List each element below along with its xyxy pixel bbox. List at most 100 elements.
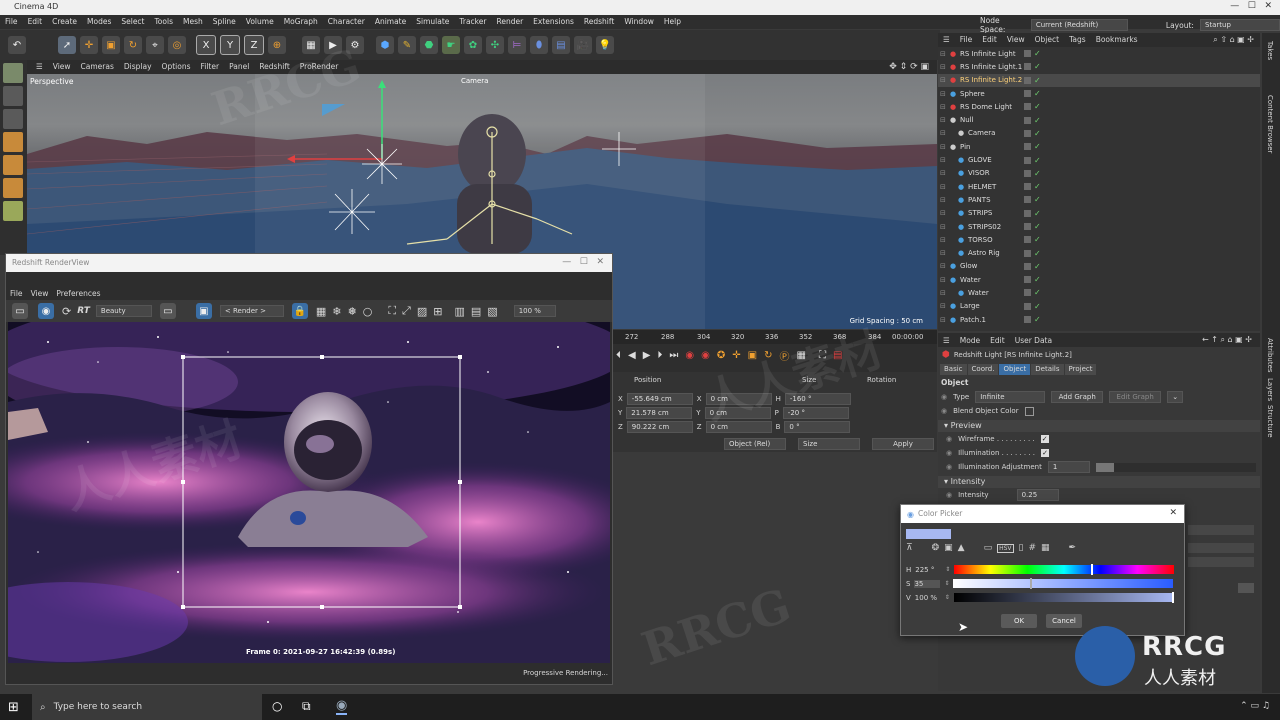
- select-tool-icon[interactable]: ➚: [58, 36, 76, 54]
- type-dropdown[interactable]: Infinite: [975, 391, 1046, 403]
- object-row[interactable]: ⊟ ● RS Dome Light ✓: [938, 100, 1260, 113]
- generator-icon[interactable]: ☛: [442, 36, 460, 54]
- render-view-icon[interactable]: ▶: [324, 36, 342, 54]
- position-z-field[interactable]: 90.222 cm: [626, 421, 693, 433]
- object-name[interactable]: Pin: [960, 143, 970, 151]
- expand-toggle-icon[interactable]: ⊟: [940, 156, 946, 164]
- expand-toggle-icon[interactable]: ⊟: [940, 302, 946, 310]
- lock-icon[interactable]: 🔒: [291, 303, 308, 319]
- visibility-toggle[interactable]: [1024, 63, 1031, 71]
- expand-toggle-icon[interactable]: ⊟: [940, 316, 946, 324]
- menu-redshift[interactable]: Redshift: [579, 15, 619, 29]
- cortana-icon[interactable]: ○: [272, 699, 282, 713]
- object-row[interactable]: ⊟ ● Null ✓: [938, 113, 1260, 126]
- saturation-stepper-icon[interactable]: ⇕: [944, 580, 949, 587]
- om-search-icons[interactable]: ⌕ ⇧ ⌂ ▣ ✢: [1213, 35, 1254, 45]
- system-tray-icons[interactable]: ⌃ ▭ ♫: [1240, 701, 1270, 711]
- eyedropper-icon[interactable]: ✒: [1069, 543, 1077, 553]
- ok-button[interactable]: OK: [1001, 614, 1037, 628]
- value-slider[interactable]: [953, 592, 1174, 603]
- size-z-field[interactable]: 0 cm: [705, 421, 772, 433]
- go-to-end-icon[interactable]: ⏭: [669, 350, 678, 361]
- viewport-menu-cameras[interactable]: Cameras: [76, 60, 119, 74]
- refresh-icon[interactable]: ⟳: [62, 305, 71, 318]
- enabled-check-icon[interactable]: ✓: [1034, 116, 1041, 125]
- object-row[interactable]: ⊟ ● Astro Rig ✓: [938, 246, 1260, 259]
- floor-icon[interactable]: ▤: [552, 36, 570, 54]
- tab-object[interactable]: Object: [999, 364, 1031, 375]
- object-row[interactable]: ⊟ ● RS Infinite Light ✓: [938, 47, 1260, 60]
- cube-icon[interactable]: ⬢: [376, 36, 394, 54]
- visibility-toggle[interactable]: [1024, 90, 1031, 98]
- visibility-toggle[interactable]: [1024, 249, 1031, 257]
- visibility-toggle[interactable]: [1024, 223, 1031, 230]
- object-name[interactable]: RS Infinite Light: [960, 50, 1016, 58]
- enabled-check-icon[interactable]: ✓: [1034, 89, 1041, 98]
- viewport-menu-redshift[interactable]: Redshift: [254, 60, 294, 74]
- enabled-check-icon[interactable]: ✓: [1034, 262, 1041, 271]
- color-picker-titlebar[interactable]: ◉ Color Picker ✕: [901, 505, 1184, 523]
- object-row[interactable]: ⊟ ● Water ✓: [938, 286, 1260, 299]
- object-row[interactable]: ⊟ ● Water ✓: [938, 273, 1260, 286]
- object-name[interactable]: Large: [960, 302, 980, 310]
- key-position-icon[interactable]: ✛: [732, 350, 740, 361]
- preview-section-header[interactable]: ▾ Preview: [938, 420, 1260, 432]
- visibility-toggle[interactable]: [1024, 156, 1031, 164]
- step-back-icon[interactable]: ⏴: [616, 350, 621, 361]
- points-mode-icon[interactable]: [3, 132, 23, 152]
- add-icon[interactable]: ⊞: [433, 305, 442, 318]
- expand-toggle-icon[interactable]: ⊟: [940, 129, 946, 137]
- om-menu-view[interactable]: View: [1002, 33, 1030, 47]
- visibility-toggle[interactable]: [1024, 302, 1031, 310]
- object-row[interactable]: ⊟ ● Pin ✓: [938, 140, 1260, 153]
- object-row[interactable]: ⊟ ● Large ✓: [938, 300, 1260, 313]
- pen-icon[interactable]: ✎: [398, 36, 416, 54]
- object-name[interactable]: Astro Rig: [968, 249, 1000, 257]
- object-name[interactable]: TORSO: [968, 236, 993, 244]
- object-row[interactable]: ⊟ ● STRIPS02 ✓: [938, 220, 1260, 233]
- enabled-check-icon[interactable]: ✓: [1034, 129, 1041, 138]
- menu-create[interactable]: Create: [47, 15, 82, 29]
- hue-stepper-icon[interactable]: ⇕: [945, 566, 950, 573]
- object-row[interactable]: ⊟ ● RS Infinite Light.1 ✓: [938, 60, 1260, 73]
- visibility-toggle[interactable]: [1024, 50, 1031, 58]
- rotation-b-field[interactable]: 0 °: [784, 421, 851, 433]
- attribute-hamburger-icon[interactable]: ☰: [938, 336, 955, 345]
- expand-toggle-icon[interactable]: ⊟: [940, 143, 946, 151]
- hue-field[interactable]: 225 °: [915, 566, 941, 574]
- intensity-section-header[interactable]: ▾ Intensity: [938, 476, 1260, 488]
- snowflake-icon[interactable]: ❄: [332, 305, 341, 318]
- object-row[interactable]: ⊟ ● PANTS ✓: [938, 193, 1260, 206]
- hex-mode-icon[interactable]: #: [1028, 543, 1036, 553]
- play-icon[interactable]: ▶: [643, 350, 651, 361]
- menu-spline[interactable]: Spline: [208, 15, 241, 29]
- enabled-check-icon[interactable]: ✓: [1034, 209, 1041, 218]
- play-reverse-icon[interactable]: ◀: [628, 350, 636, 361]
- field-icon[interactable]: ⬮: [530, 36, 548, 54]
- object-row[interactable]: ⊟ ● VISOR ✓: [938, 167, 1260, 180]
- object-name[interactable]: STRIPS02: [968, 223, 1001, 231]
- attr-menu-mode[interactable]: Mode: [955, 336, 985, 345]
- visibility-toggle[interactable]: [1024, 183, 1031, 191]
- expand-toggle-icon[interactable]: ⊟: [940, 262, 946, 270]
- move-tool-icon[interactable]: ✛: [80, 36, 98, 54]
- timeline[interactable]: 272 288 304 320 336 352 368 384 00:00:00…: [612, 330, 937, 372]
- menu-tracker[interactable]: Tracker: [454, 15, 491, 29]
- keyframe-icon[interactable]: ✪: [717, 350, 725, 361]
- renderview-titlebar[interactable]: Redshift RenderView — ☐ ✕: [6, 254, 612, 272]
- visibility-toggle[interactable]: [1024, 276, 1031, 284]
- fit-icon[interactable]: ⛶: [388, 304, 396, 318]
- scale-tool-icon[interactable]: ▣: [102, 36, 120, 54]
- renderview-menu-preferences[interactable]: Preferences: [52, 288, 104, 300]
- size-mode-dropdown[interactable]: Size: [798, 438, 860, 450]
- compare-icon[interactable]: ▥: [454, 305, 464, 318]
- expand-toggle-icon[interactable]: ⊟: [940, 236, 946, 244]
- z-axis-lock[interactable]: Z: [244, 35, 264, 55]
- position-y-field[interactable]: 21.578 cm: [626, 407, 693, 419]
- value-stepper-icon[interactable]: ⇕: [945, 594, 950, 601]
- menu-render[interactable]: Render: [491, 15, 528, 29]
- attr-nav-icons[interactable]: ← ↑ ⌕ ⌂ ▣ ✢: [1202, 335, 1252, 345]
- object-name[interactable]: GLOVE: [968, 156, 992, 164]
- task-view-icon[interactable]: ⧉: [302, 699, 311, 714]
- blend-checkbox[interactable]: [1024, 406, 1034, 416]
